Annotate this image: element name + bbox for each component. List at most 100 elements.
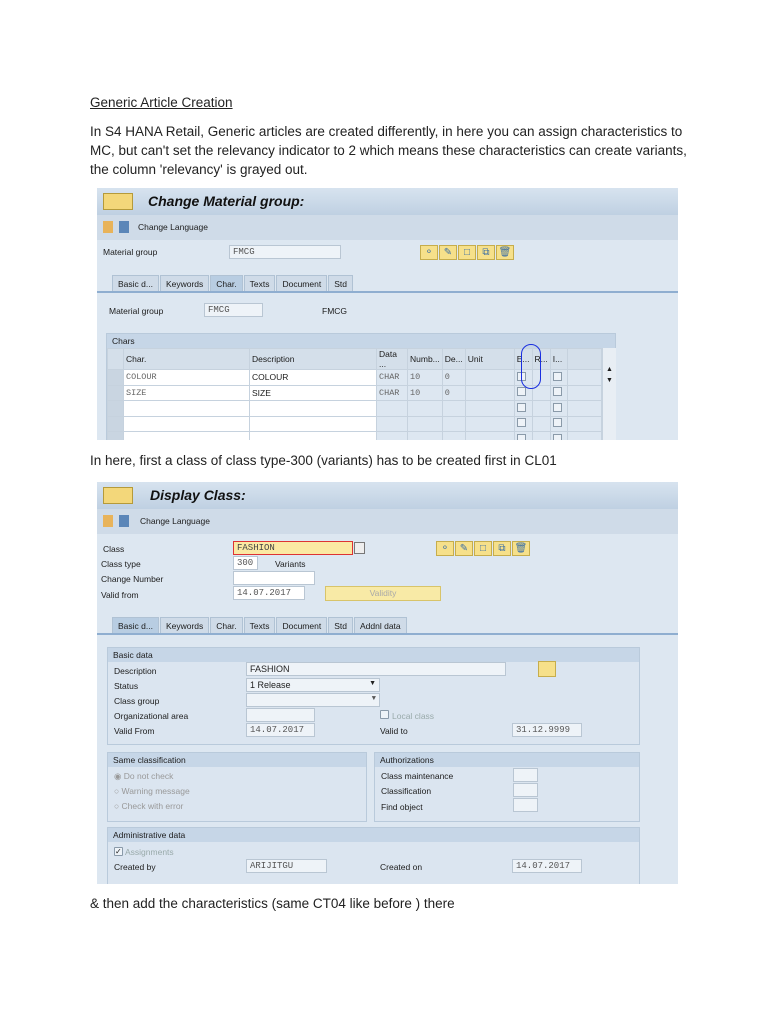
glasses-icon[interactable]: ⚬ — [420, 245, 438, 260]
language-icon[interactable] — [119, 515, 129, 527]
char-cell[interactable]: COLOUR — [123, 369, 250, 386]
checkbox[interactable] — [552, 371, 562, 381]
unit-cell — [464, 431, 515, 440]
checkbox[interactable] — [552, 418, 562, 428]
i-cell[interactable] — [549, 415, 568, 432]
change-language-button[interactable]: Change Language — [138, 222, 208, 232]
e-cell[interactable] — [513, 431, 533, 440]
menu-icon[interactable] — [103, 487, 133, 504]
long-text-icon[interactable] — [538, 661, 556, 677]
tab-texts[interactable]: Texts — [243, 617, 276, 633]
radio-do-not-check[interactable]: ◉ Do not check — [114, 771, 173, 782]
checkbox[interactable] — [552, 433, 562, 440]
e-cell[interactable] — [513, 400, 533, 417]
number-cell: 10 — [407, 369, 443, 386]
radio-warning-message[interactable]: ○ Warning message — [114, 786, 190, 796]
checkbox[interactable] — [552, 402, 562, 412]
tab-keywords[interactable]: Keywords — [159, 617, 210, 633]
group-title: Same classification — [108, 753, 366, 767]
col-header[interactable]: Description — [249, 348, 377, 370]
e-cell[interactable] — [513, 415, 533, 432]
checkbox[interactable] — [516, 387, 526, 397]
checkbox[interactable] — [516, 402, 526, 412]
row-selector[interactable] — [107, 400, 124, 417]
clipboard-icon[interactable] — [103, 221, 113, 233]
copy-icon[interactable] — [354, 542, 365, 554]
description-cell[interactable] — [249, 400, 377, 417]
tab-document[interactable]: Document — [276, 275, 328, 291]
scroll-down-icon[interactable]: ▼ — [603, 377, 616, 384]
checkbox[interactable] — [516, 418, 526, 428]
row-selector[interactable] — [107, 415, 124, 432]
assignments-checkbox[interactable]: ✓ — [114, 847, 123, 856]
clipboard-icon[interactable] — [103, 515, 113, 527]
table-row[interactable] — [107, 400, 603, 417]
trash-icon[interactable]: 🗑 — [512, 541, 530, 556]
glasses-icon[interactable]: ⚬ — [436, 541, 454, 556]
valid-from-field[interactable]: 14.07.2017 — [233, 586, 305, 600]
validity-button[interactable]: Validity — [325, 586, 441, 601]
scroll-up-icon[interactable]: ▲ — [603, 366, 616, 373]
i-cell[interactable] — [549, 431, 568, 440]
col-header[interactable]: Data ... — [376, 348, 408, 370]
table-row[interactable] — [107, 415, 603, 432]
class-type-field[interactable]: 300 — [233, 556, 258, 570]
change-number-field[interactable] — [233, 571, 315, 585]
col-header[interactable]: I... — [549, 348, 568, 370]
tab-basic-data[interactable]: Basic d... — [112, 617, 159, 633]
org-area-field[interactable] — [246, 708, 315, 722]
tab-keywords[interactable]: Keywords — [159, 275, 210, 291]
description-cell[interactable] — [249, 415, 377, 432]
trash-icon[interactable]: 🗑 — [496, 245, 514, 260]
change-language-button[interactable]: Change Language — [140, 516, 210, 526]
language-icon[interactable] — [119, 221, 129, 233]
pencil-icon[interactable]: ✎ — [439, 245, 457, 260]
description-cell[interactable]: SIZE — [249, 384, 377, 401]
col-header[interactable]: Char. — [123, 348, 250, 370]
i-cell[interactable] — [549, 369, 568, 386]
new-document-icon[interactable]: □ — [474, 541, 492, 556]
tab-basic-data[interactable]: Basic d... — [112, 275, 159, 291]
row-selector[interactable] — [107, 384, 124, 401]
pencil-icon[interactable]: ✎ — [455, 541, 473, 556]
number-cell — [407, 415, 443, 432]
table-row[interactable] — [107, 431, 603, 440]
tab-std[interactable]: Std — [328, 275, 353, 291]
checkbox[interactable] — [552, 387, 562, 397]
description-field[interactable]: FASHION — [246, 662, 506, 676]
checkbox[interactable] — [516, 433, 526, 440]
unit-cell — [464, 384, 515, 401]
row-selector[interactable] — [107, 431, 124, 440]
r-cell — [531, 415, 551, 432]
class-field[interactable]: FASHION — [233, 541, 353, 555]
tab-char[interactable]: Char. — [210, 275, 243, 291]
scrollbar[interactable]: ▲ ▼ — [602, 348, 616, 440]
copy-icon[interactable]: ⧉ — [477, 245, 495, 260]
new-document-icon[interactable]: □ — [458, 245, 476, 260]
tab-char[interactable]: Char. — [210, 617, 243, 633]
copy-icon[interactable]: ⧉ — [493, 541, 511, 556]
char-cell[interactable]: SIZE — [123, 384, 250, 401]
i-cell[interactable] — [549, 384, 568, 401]
tab-addnl-data[interactable]: Addnl data — [353, 617, 407, 633]
char-cell[interactable] — [123, 400, 250, 417]
tab-document[interactable]: Document — [276, 617, 328, 633]
char-cell[interactable] — [123, 415, 250, 432]
description-cell[interactable]: COLOUR — [249, 369, 377, 386]
material-group-description: FMCG — [322, 306, 348, 316]
row-selector[interactable] — [107, 369, 124, 386]
menu-icon[interactable] — [103, 193, 133, 210]
description-cell[interactable] — [249, 431, 377, 440]
radio-check-with-error[interactable]: ○ Check with error — [114, 801, 183, 811]
col-header[interactable]: Unit — [464, 348, 515, 370]
tab-std[interactable]: Std — [328, 617, 353, 633]
char-cell[interactable] — [123, 431, 250, 440]
status-dropdown[interactable]: 1 Release ▼ — [246, 678, 380, 692]
col-header[interactable]: Numb... — [407, 348, 443, 370]
i-cell[interactable] — [549, 400, 568, 417]
tab-texts[interactable]: Texts — [243, 275, 276, 291]
class-group-dropdown[interactable]: ▼ — [246, 693, 380, 707]
col-header[interactable]: De... — [441, 348, 466, 370]
material-group-field[interactable]: FMCG — [229, 245, 341, 259]
local-class-checkbox[interactable] — [380, 710, 389, 719]
